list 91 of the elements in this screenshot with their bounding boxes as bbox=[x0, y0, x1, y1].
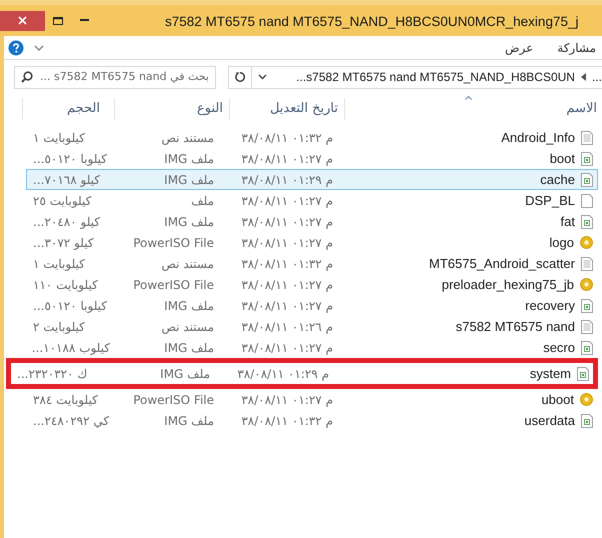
modified-date: م ٠١:٢٩ ٣٨/٠٨/١١ bbox=[241, 172, 333, 187]
modified-date: م ٠١:٢٧ ٣٨/٠٨/١١ bbox=[241, 340, 333, 355]
modified-date: م ٠١:٢٩ ٣٨/٠٨/١١ bbox=[237, 366, 329, 380]
file-name: DSP_BL bbox=[525, 192, 575, 210]
column-header[interactable]: الحجم bbox=[66, 99, 100, 119]
modified-date: م ٠١:٢٧ ٣٨/٠٨/١١ bbox=[241, 278, 333, 292]
file-size: كيلوبا ٥٠١٢٠... bbox=[33, 152, 108, 166]
maximize-icon bbox=[53, 16, 63, 24]
file-size: كيلوب ١٠١٨٨... bbox=[32, 340, 110, 355]
close-button[interactable] bbox=[0, 10, 45, 30]
file-type: ملف IMG bbox=[164, 340, 214, 355]
file-name: userdata bbox=[524, 412, 575, 430]
refresh-icon bbox=[234, 71, 246, 83]
modified-date: م ٠١:٢٧ ٣٨/٠٨/١١ bbox=[241, 214, 333, 229]
modified-date: م ٠١:٢٦ ٣٨/٠٨/١١ bbox=[241, 320, 333, 334]
column-header[interactable]: تاريخ التعديل bbox=[270, 99, 338, 119]
file-name: fat bbox=[560, 213, 575, 231]
chevron-down-icon[interactable] bbox=[34, 44, 44, 50]
file-type: PowerISO File bbox=[133, 236, 214, 250]
file-name: uboot bbox=[541, 391, 574, 409]
file-size: ك ٢٣٢٠٣٢٠... bbox=[17, 366, 88, 380]
minimize-icon bbox=[80, 19, 88, 22]
modified-date: م ٠١:٣٢ ٣٨/٠٨/١١ bbox=[241, 414, 333, 428]
file-name: preloader_hexing75_jb bbox=[442, 276, 574, 294]
window-title: s7582 MT6575 nand MT6575_NAND_H8BCS0UN0MCR_hexing75_j bbox=[165, 14, 578, 28]
file-size: كيلوبايت ١ bbox=[33, 130, 85, 145]
blank-file-icon bbox=[581, 194, 593, 208]
ribbon-tab[interactable]: عرض bbox=[504, 38, 534, 56]
file-name: logo bbox=[549, 234, 574, 252]
text-document-icon bbox=[581, 320, 593, 334]
file-size: كيلوبايت ٢٥ bbox=[33, 194, 92, 208]
image-file-icon bbox=[581, 152, 593, 166]
file-size: كيلو ٣٠٧٢... bbox=[33, 236, 94, 250]
file-size: كيلوبايت ٢ bbox=[33, 320, 85, 334]
modified-date: م ٠١:٢٧ ٣٨/٠٨/١١ bbox=[241, 152, 333, 166]
breadcrumb-overflow[interactable]: ... bbox=[592, 68, 602, 86]
help-icon[interactable] bbox=[8, 40, 24, 56]
file-type: مستند نص bbox=[161, 320, 214, 334]
file-type: ملف IMG bbox=[160, 366, 210, 380]
image-file-icon bbox=[577, 366, 589, 380]
file-name: s7582 MT6575 nand bbox=[456, 318, 575, 336]
disc-icon bbox=[580, 393, 593, 406]
file-size: كيلوبايت ٣٨٤ bbox=[33, 392, 98, 407]
column-header[interactable]: الاسم bbox=[566, 99, 597, 119]
address-bar[interactable]: ... s7582 MT6575 nand MT6575_NAND_H8BCS0UN... bbox=[228, 66, 602, 88]
modified-date: م ٠١:٢٧ ٣٨/٠٨/١١ bbox=[241, 392, 333, 407]
modified-date: م ٠١:٢٧ ٣٨/٠٨/١١ bbox=[241, 236, 333, 250]
modified-date: م ٠١:٣٢ ٣٨/٠٨/١١ bbox=[241, 130, 333, 145]
text-document-icon bbox=[581, 130, 593, 145]
file-name: recovery bbox=[525, 297, 575, 315]
file-size: كيلو ٧٠١٦٨... bbox=[33, 172, 100, 187]
file-type: ملف IMG bbox=[164, 414, 214, 428]
file-name: secro bbox=[543, 339, 575, 357]
file-size: كيلوبايت ١١٠ bbox=[33, 278, 98, 292]
breadcrumb-item[interactable]: s7582 MT6575 nand MT6575_NAND_H8BCS0UN... bbox=[296, 68, 575, 86]
file-type: ملف IMG bbox=[164, 214, 214, 229]
search-field[interactable]: بحث في s7582 MT6575 nand ... bbox=[14, 66, 216, 88]
file-type: PowerISO File bbox=[133, 278, 214, 292]
image-file-icon bbox=[581, 298, 593, 313]
file-type: مستند نص bbox=[161, 130, 214, 145]
modified-date: م ٠١:٣٢ ٣٨/٠٨/١١ bbox=[241, 256, 333, 271]
file-name: MT6575_Android_scatter bbox=[429, 255, 575, 273]
image-file-icon bbox=[581, 340, 593, 355]
disc-icon bbox=[580, 236, 593, 250]
modified-date: م ٠١:٢٧ ٣٨/٠٨/١١ bbox=[241, 194, 333, 208]
close-icon bbox=[18, 16, 27, 25]
file-size: كيلوبايت ١ bbox=[33, 256, 85, 271]
file-type: مستند نص bbox=[161, 256, 214, 271]
file-size: كي ٢٤٨٠٢٩٢... bbox=[33, 414, 110, 428]
file-type: PowerISO File bbox=[133, 392, 214, 407]
file-size: كيلوبا ٥٠١٢٠... bbox=[33, 298, 108, 313]
column-header[interactable]: النوع bbox=[197, 99, 223, 119]
disc-icon bbox=[580, 278, 593, 292]
text-document-icon bbox=[581, 256, 593, 271]
file-name: system bbox=[530, 364, 571, 383]
image-file-icon bbox=[581, 172, 593, 187]
file-type: ملف IMG bbox=[164, 152, 214, 166]
file-name: Android_Info bbox=[501, 129, 575, 147]
search-icon bbox=[21, 71, 33, 83]
chevron-down-icon bbox=[258, 74, 266, 80]
file-type: ملف IMG bbox=[164, 298, 214, 313]
modified-date: م ٠١:٢٧ ٣٨/٠٨/١١ bbox=[241, 298, 333, 313]
image-file-icon bbox=[581, 414, 593, 428]
caret-icon bbox=[580, 73, 586, 81]
image-file-icon bbox=[581, 214, 593, 229]
file-type: ملف IMG bbox=[164, 172, 214, 187]
file-type: ملف bbox=[191, 194, 214, 208]
file-name: boot bbox=[550, 150, 575, 168]
file-size: كيلو ٢٠٤٨٠... bbox=[33, 214, 100, 229]
file-name: cache bbox=[540, 171, 575, 189]
ribbon-tab[interactable]: مشاركة bbox=[557, 38, 596, 56]
